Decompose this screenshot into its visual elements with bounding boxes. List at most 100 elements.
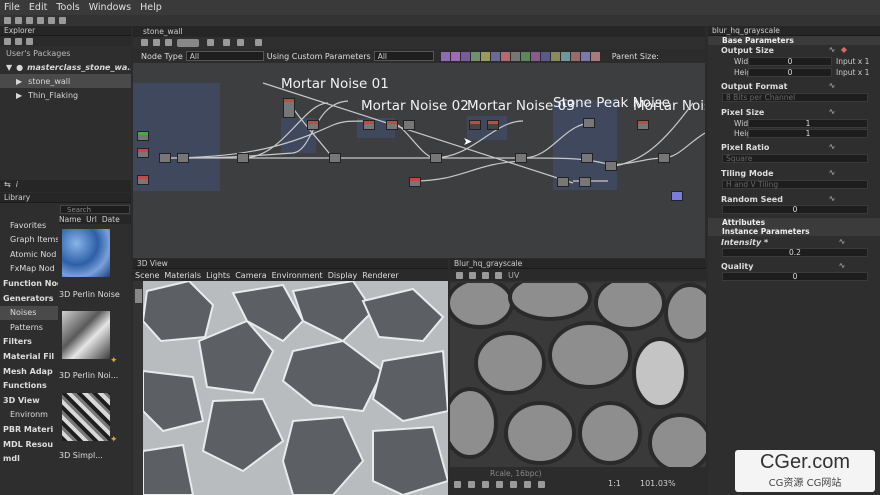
library-category[interactable]: 3D View [0,393,58,407]
uv-toggle[interactable]: UV [508,271,519,280]
graph-node[interactable] [363,120,375,130]
link-icon[interactable]: ∿ [828,143,836,151]
new-icon[interactable] [4,17,11,24]
channel-icon[interactable] [538,481,545,488]
graph-node[interactable] [515,153,527,163]
graph-item-thin-flaking[interactable]: ▶ Thin_Flaking [0,88,131,102]
tool-icon[interactable] [469,271,476,279]
library-category[interactable]: PBR Materi [0,422,58,436]
link-icon[interactable]: ∿ [828,195,836,203]
graph-node[interactable] [557,177,569,187]
menu-environment[interactable]: Environment [272,271,323,280]
output-node[interactable] [671,191,683,201]
tool-icon[interactable] [165,39,172,46]
filter-icon[interactable] [590,51,600,61]
custom-params-select[interactable]: All [373,51,434,61]
section-instance-parameters[interactable]: Instance Parameters [708,227,880,236]
filter-icon[interactable] [490,51,500,61]
menu-scene[interactable]: Scene [135,271,159,280]
2d-viewport-render[interactable] [450,283,706,467]
column-date[interactable]: Date [102,215,120,224]
column-name[interactable]: Name [59,215,81,224]
menu-windows[interactable]: Windows [89,2,131,13]
section-attributes[interactable]: Attributes [708,218,880,227]
width-field[interactable]: 0 [748,57,832,66]
quality-field[interactable]: 0 [722,272,868,281]
tool-icon[interactable] [141,39,148,46]
expand-arrow-icon[interactable]: ▼ [6,63,12,72]
3d-viewport-render[interactable] [143,281,448,495]
graph-node[interactable] [137,131,149,141]
collapse-arrow-icon[interactable]: ▶ [16,91,22,100]
library-category[interactable]: Filters [0,335,58,349]
save-package-icon[interactable] [26,37,33,45]
save-all-icon[interactable] [37,17,44,24]
library-category[interactable]: Generators [0,291,58,305]
filter-icon[interactable] [440,51,450,61]
graph-node[interactable] [307,120,319,130]
column-url[interactable]: Url [86,215,97,224]
menu-display[interactable]: Display [328,271,358,280]
library-category[interactable]: Favorites [0,218,58,232]
graph-node[interactable] [658,153,670,163]
graph-node[interactable] [237,153,249,163]
height-mult[interactable]: Input x 1 [836,68,869,77]
library-category[interactable]: Function Nod [0,276,58,290]
zoom-level[interactable]: 101.03% [640,479,676,488]
save-icon[interactable] [26,17,33,24]
link-icon[interactable]: ∿ [838,262,846,270]
menu-help[interactable]: Help [140,2,162,13]
tool-icon[interactable] [237,39,244,46]
open-package-icon[interactable] [15,37,22,45]
simplex-noise-thumbnail[interactable] [62,393,110,441]
graph-node[interactable] [469,120,481,130]
library-category[interactable]: Atomic Nod [0,247,58,261]
library-category[interactable]: Graph Items [0,233,58,247]
graph-node[interactable] [583,118,595,128]
graph-node[interactable] [177,153,189,163]
graph-item-stone-wall[interactable]: ▶ stone_wall [0,74,131,88]
channel-icon[interactable] [510,481,517,488]
filter-icon[interactable] [540,51,550,61]
filter-icon[interactable] [560,51,570,61]
random-seed-field[interactable]: 0 [722,205,868,214]
channel-icon[interactable] [496,481,503,488]
perlin-noise-thumbnail[interactable] [62,229,110,277]
graph-node[interactable] [137,175,149,185]
graph-node[interactable] [581,153,593,163]
pixel-ratio-select[interactable]: Square [722,154,868,163]
tool-icon[interactable] [207,39,214,46]
filter-icon[interactable] [530,51,540,61]
menu-file[interactable]: File [4,2,20,13]
library-search-input[interactable]: Search [60,205,130,214]
menu-edit[interactable]: Edit [29,2,47,13]
intensity-field[interactable]: 0.2 [722,248,868,257]
tool-icon[interactable] [495,271,502,279]
menu-renderer[interactable]: Renderer [362,271,399,280]
library-category[interactable]: Functions [0,379,58,393]
tiling-mode-select[interactable]: H and V Tiling [722,180,868,189]
menu-lights[interactable]: Lights [206,271,230,280]
graph-node[interactable] [409,177,421,187]
redo-icon[interactable] [59,17,66,24]
library-category[interactable]: Patterns [0,320,58,334]
filter-icon[interactable] [550,51,560,61]
filter-icon[interactable] [580,51,590,61]
filter-icon[interactable] [480,51,490,61]
link-icon[interactable]: ∿ [828,46,836,54]
graph-tool-selector[interactable] [177,39,199,47]
link-icon[interactable]: ∿ [828,169,836,177]
link-icon[interactable]: ∿ [828,108,836,116]
output-format-select[interactable]: 8 Bits per Channel [722,93,868,102]
graph-node[interactable] [637,120,649,130]
tool-icon[interactable] [456,271,463,279]
px-width-field[interactable]: 1 [748,119,868,128]
menu-materials[interactable]: Materials [164,271,201,280]
library-category[interactable]: MDL Resou [0,437,58,451]
library-category[interactable]: Noises [0,305,58,320]
graph-node[interactable] [579,177,591,187]
channel-icon[interactable] [468,481,475,488]
graph-node[interactable] [159,153,171,163]
library-category[interactable]: Material Fil [0,349,58,363]
package-row[interactable]: ▼ ● masterclass_stone_wa... [0,60,131,74]
